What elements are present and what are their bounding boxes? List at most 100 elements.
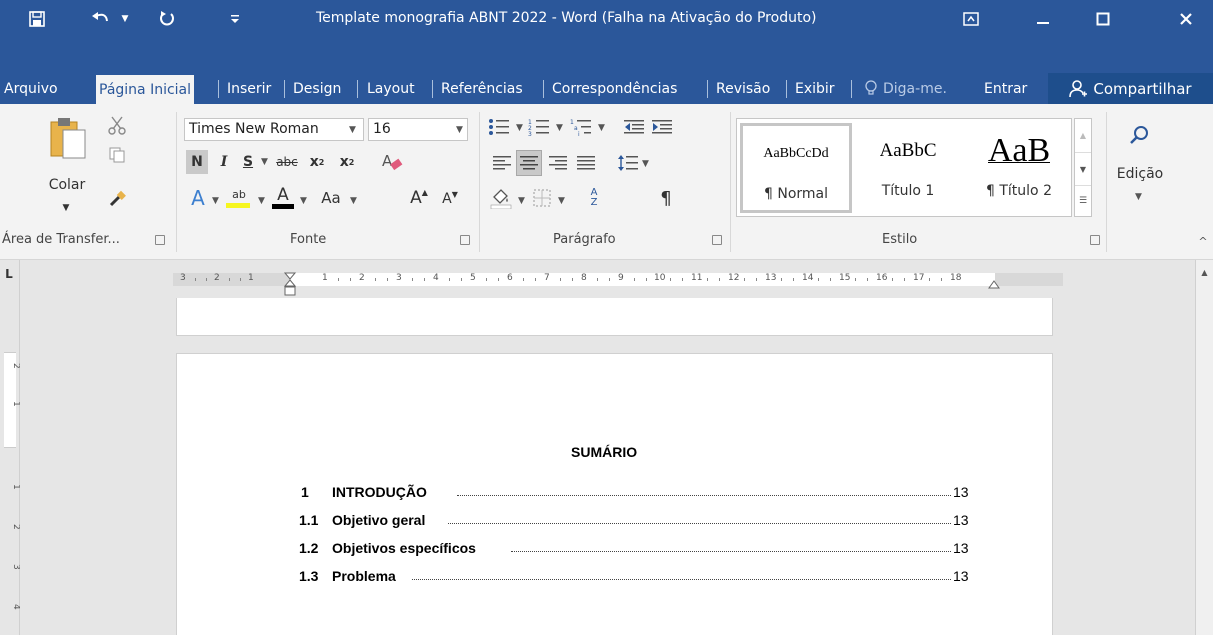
increase-indent-icon[interactable]: [650, 116, 674, 138]
shrink-font-button[interactable]: A ▼: [438, 188, 462, 210]
align-right-icon[interactable]: [546, 152, 570, 174]
font-name-dropdown-icon[interactable]: ▼: [349, 125, 356, 135]
collapse-ribbon-icon[interactable]: ^: [1196, 234, 1210, 248]
right-indent-icon[interactable]: [988, 278, 1000, 293]
style-titulo-2-name: ¶ Título 2: [986, 183, 1052, 199]
line-spacing-icon[interactable]: [616, 150, 640, 176]
highlight-button[interactable]: ab: [224, 184, 254, 212]
font-size-combo[interactable]: 16: [368, 118, 468, 141]
ruler-label: 3: [396, 273, 402, 283]
toc-entry[interactable]: 1.2 Objetivos específicos 13: [177, 540, 1054, 558]
tab-referencias[interactable]: Referências: [441, 73, 523, 104]
tell-me-box[interactable]: Diga-me.: [864, 73, 947, 104]
font-size-dropdown-icon[interactable]: ▼: [456, 125, 463, 135]
format-painter-icon[interactable]: [106, 188, 128, 210]
bold-button[interactable]: N: [186, 150, 208, 174]
sort-button[interactable]: A Z: [582, 186, 606, 210]
styles-launcher-icon[interactable]: [1090, 235, 1100, 245]
scroll-up-icon[interactable]: ▲: [1196, 264, 1213, 280]
paste-dropdown-icon[interactable]: ▼: [58, 202, 74, 214]
change-case-dropdown-icon[interactable]: ▼: [350, 196, 357, 206]
grow-font-button[interactable]: A ▲: [406, 186, 432, 210]
ruler-label: 2: [214, 273, 220, 283]
minimize-icon[interactable]: [1020, 0, 1066, 38]
tab-layout[interactable]: Layout: [367, 73, 415, 104]
tab-design[interactable]: Design: [293, 73, 341, 104]
underline-button[interactable]: S: [236, 150, 260, 174]
font-color-dropdown-icon[interactable]: ▼: [300, 196, 307, 206]
editing-dropdown-icon[interactable]: ▼: [1135, 192, 1142, 202]
align-left-icon[interactable]: [490, 152, 514, 174]
tab-correspondencias[interactable]: Correspondências: [552, 73, 677, 104]
ruler-tick: [744, 278, 746, 281]
copy-icon[interactable]: [106, 144, 128, 166]
ruler-tick: [892, 278, 894, 281]
vertical-scrollbar[interactable]: ▲: [1195, 260, 1213, 635]
undo-icon[interactable]: [86, 4, 116, 34]
highlight-dropdown-icon[interactable]: ▼: [258, 196, 265, 206]
tab-pagina-inicial[interactable]: Página Inicial: [96, 75, 195, 104]
sign-in-link[interactable]: Entrar: [984, 73, 1027, 104]
font-launcher-icon[interactable]: [460, 235, 470, 245]
ribbon-display-icon[interactable]: [948, 0, 994, 38]
paste-label[interactable]: Colar: [42, 176, 92, 194]
clear-formatting-icon[interactable]: A: [376, 149, 406, 175]
tab-arquivo[interactable]: Arquivo: [4, 73, 58, 104]
redo-icon[interactable]: [154, 4, 180, 34]
decrease-indent-icon[interactable]: [622, 116, 646, 138]
line-spacing-dropdown-icon[interactable]: ▼: [642, 159, 649, 169]
tab-inserir[interactable]: Inserir: [227, 73, 271, 104]
underline-dropdown-icon[interactable]: ▼: [261, 157, 268, 167]
toc-entry[interactable]: 1.1 Objetivo geral 13: [177, 512, 1054, 530]
document-page[interactable]: SUMÁRIO 1 INTRODUÇÃO 13 1.1 Objetivo geral 13…: [176, 353, 1053, 635]
styles-more-icon[interactable]: ☰: [1075, 185, 1091, 216]
toc-entry[interactable]: 1.3 Problema 13: [177, 568, 1054, 586]
strikethrough-button[interactable]: abc: [272, 150, 302, 174]
paste-icon[interactable]: [46, 112, 90, 162]
italic-button[interactable]: I: [214, 150, 234, 174]
numbering-icon[interactable]: 123: [526, 116, 552, 138]
shading-dropdown-icon[interactable]: ▼: [518, 196, 525, 206]
text-effects-button[interactable]: A: [186, 186, 210, 210]
tab-separator: [786, 80, 787, 98]
superscript-button[interactable]: x2: [336, 150, 358, 174]
ribbon-tabs: Arquivo Página Inicial Inserir Design La…: [0, 73, 1213, 104]
borders-icon[interactable]: [530, 186, 554, 210]
numbering-dropdown-icon[interactable]: ▼: [556, 123, 563, 133]
close-icon[interactable]: [1163, 0, 1209, 38]
style-titulo-1[interactable]: AaBbC Título 1: [852, 123, 964, 213]
justify-icon[interactable]: [574, 152, 598, 174]
multilevel-dropdown-icon[interactable]: ▼: [598, 123, 605, 133]
paragraph-launcher-icon[interactable]: [712, 235, 722, 245]
share-button[interactable]: Compartilhar: [1048, 73, 1213, 104]
bullets-icon[interactable]: [486, 116, 512, 138]
cut-icon[interactable]: [106, 114, 128, 136]
tab-revisao[interactable]: Revisão: [716, 73, 770, 104]
font-color-button[interactable]: A: [270, 184, 296, 212]
save-icon[interactable]: [24, 4, 50, 34]
styles-up-icon[interactable]: ▲: [1075, 119, 1091, 152]
editing-label[interactable]: Edição: [1112, 164, 1168, 184]
ruler-tick: [756, 278, 758, 281]
subscript-button[interactable]: x2: [306, 150, 328, 174]
multilevel-list-icon[interactable]: 1ai: [568, 116, 594, 138]
maximize-icon[interactable]: [1080, 0, 1126, 38]
bullets-dropdown-icon[interactable]: ▼: [516, 123, 523, 133]
tab-exibir[interactable]: Exibir: [795, 73, 835, 104]
borders-dropdown-icon[interactable]: ▼: [558, 196, 565, 206]
clipboard-launcher-icon[interactable]: [155, 235, 165, 245]
toc-entry[interactable]: 1 INTRODUÇÃO 13: [177, 484, 1054, 502]
text-effects-dropdown-icon[interactable]: ▼: [212, 196, 219, 206]
change-case-button[interactable]: Aa: [314, 186, 348, 210]
styles-gallery: AaBbCcDd ¶ Normal AaBbC Título 1 AaB ¶ T…: [736, 118, 1072, 217]
show-formatting-marks-button[interactable]: ¶: [654, 186, 678, 210]
font-name-combo[interactable]: Times New Roman: [184, 118, 364, 141]
style-normal[interactable]: AaBbCcDd ¶ Normal: [740, 123, 852, 213]
editing-icon[interactable]: [1120, 118, 1160, 152]
styles-down-icon[interactable]: ▼: [1075, 152, 1091, 185]
undo-dropdown-icon[interactable]: ▼: [118, 4, 132, 34]
shading-icon[interactable]: [488, 186, 514, 210]
style-titulo-2[interactable]: AaB ¶ Título 2: [963, 123, 1075, 213]
align-center-icon[interactable]: [516, 150, 542, 176]
customize-icon[interactable]: [226, 4, 244, 34]
